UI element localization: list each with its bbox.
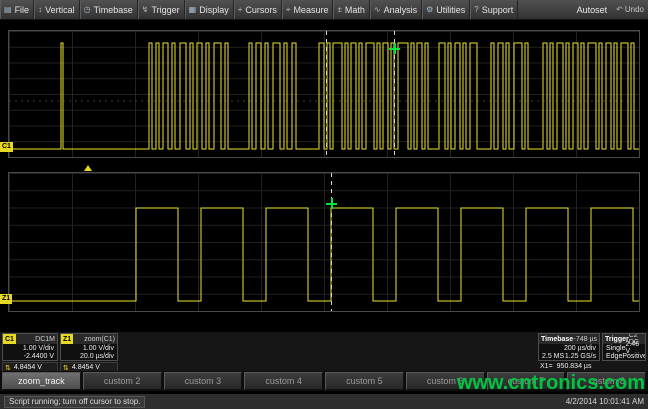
support-icon: ? [474,5,478,14]
undo-button[interactable]: ↶ Undo [616,5,644,14]
main-waveform-grid[interactable] [8,30,640,158]
math-icon: ± [337,5,341,14]
vertical-icon: ↕ [38,5,42,14]
oscilloscope-app: ▤ File ↕ Vertical ◷ Timebase ↯ Trigger ▦… [0,0,648,409]
z1-descriptor-box[interactable]: Z1 zoom(C1) 1.00 V/div 20.0 µs/div [60,333,118,361]
cursors-icon: + [238,5,243,14]
menu-item-measure[interactable]: ⌖ Measure [282,0,334,19]
toolbar-button-zoom-track[interactable]: zoom_track [2,372,81,390]
menu-item-support[interactable]: ? Support [470,0,518,19]
menu-label-trigger: Trigger [151,5,179,15]
x1-label: X1= [540,363,553,370]
undo-label: Undo [625,5,644,14]
trigger-icon: ↯ [142,5,149,14]
menu-label-analysis: Analysis [384,5,418,15]
toolbar-button-custom-5[interactable]: custom 5 [325,372,404,390]
z1-trace [9,208,639,301]
menu-label-cursors: Cursors [245,5,277,15]
c1-tag: C1 [3,334,16,344]
timebase-header: Timebase -748 µs [539,334,599,344]
c1-coupling: DC1M [35,336,55,343]
zoom-cursor-line[interactable] [331,173,332,311]
analysis-icon: ∿ [374,5,381,14]
z1-tdiv: 20.0 µs/div [61,352,117,360]
timebase-icon: ◷ [84,5,91,14]
z1-vdiv: 1.00 V/div [61,344,117,352]
timebase-scale: 200 µs/div [539,344,599,352]
menu-label-measure: Measure [293,5,328,15]
watermark: www.cntronics.com [457,372,645,395]
display-icon: ▦ [189,5,197,14]
menu-item-math[interactable]: ± Math [333,0,369,19]
menu-item-trigger[interactable]: ↯ Trigger [138,0,185,19]
x1-cursor-readout: X1= 950.834 µs [540,363,591,370]
menu-item-cursors[interactable]: + Cursors [234,0,282,19]
menu-label-vertical: Vertical [45,5,75,15]
menu-item-analysis[interactable]: ∿ Analysis [370,0,422,19]
zoom-cursor-marker-icon [326,198,337,209]
z1-channel-marker[interactable]: Z1 [0,294,12,304]
toolbar-button-custom-4[interactable]: custom 4 [244,372,323,390]
menu-label-math: Math [345,5,365,15]
z1-source: zoom(C1) [84,336,115,343]
trigger-mode-level: Single 2.46 V [603,344,645,352]
menu-item-timebase[interactable]: ◷ Timebase [80,0,138,19]
zoom-position-marker-icon[interactable] [84,165,92,171]
c1-channel-marker[interactable]: C1 [0,142,13,152]
menu-bar-right: Autoset ↶ Undo [577,0,648,19]
menu-label-utilities: Utilities [436,5,465,15]
c1-vdiv: 1.00 V/div [3,344,57,352]
undo-icon: ↶ [616,5,623,14]
status-message: Script running; turn off cursor to stop. [4,396,145,408]
menu-item-utilities[interactable]: ⚙ Utilities [422,0,470,19]
trigger-type: Edge [606,353,622,360]
menu-item-display[interactable]: ▦ Display [185,0,234,19]
menu-item-vertical[interactable]: ↕ Vertical [34,0,80,19]
timebase-rate: 1.25 GS/s [565,353,596,360]
menu-label-file: File [15,5,30,15]
menu-item-file[interactable]: ▤ File [0,0,34,19]
c1-cursor-value: 4.8454 V [14,364,42,371]
menu-label-display: Display [199,5,229,15]
zoom-waveform-svg [9,173,639,311]
toolbar-button-custom-2[interactable]: custom 2 [83,372,162,390]
main-waveform-svg [9,31,639,157]
toolbar-button-custom-3[interactable]: custom 3 [164,372,243,390]
c1-descriptor-header: C1 DC1M [3,334,57,344]
trigger-position-marker-icon [389,43,400,54]
measure-icon: ⌖ [286,5,291,15]
descriptor-panel: C1 DC1M 1.00 V/div -2.4400 V ⇅ 4.8454 V … [0,332,648,371]
timebase-offset: -748 µs [574,336,598,343]
z1-descriptor-header: Z1 zoom(C1) [61,334,117,344]
status-bar: Script running; turn off cursor to stop.… [0,393,648,409]
trigger-box[interactable]: Trigger C2 DC Single 2.46 V Edge Positiv… [602,333,646,361]
trigger-mode: Single [606,345,625,352]
timebase-title: Timebase [541,336,573,343]
waveform-screen: C1 Z1 [0,20,648,332]
timebase-box[interactable]: Timebase -748 µs 200 µs/div 2.5 MS 1.25 … [538,333,600,361]
menu-label-support: Support [482,5,514,15]
c1-trace [9,43,639,149]
timebase-record: 2.5 MS [542,353,564,360]
trigger-type-slope: Edge Positive [603,352,645,360]
trigger-slope: Positive [622,353,646,360]
timebase-record-rate: 2.5 MS 1.25 GS/s [539,352,599,360]
autoset-button[interactable]: Autoset [577,5,608,15]
c1-offset: -2.4400 V [3,352,57,360]
status-datetime: 4/2/2014 10:01:41 AM [566,397,644,406]
file-icon: ▤ [4,5,12,14]
z1-cursor-value: 4.8454 V [72,364,100,371]
menu-bar: ▤ File ↕ Vertical ◷ Timebase ↯ Trigger ▦… [0,0,648,20]
zoom-waveform-grid[interactable] [8,172,640,312]
cursor-x1-line[interactable] [326,31,327,157]
menu-label-timebase: Timebase [94,5,133,15]
utilities-icon: ⚙ [426,5,433,14]
z1-tag: Z1 [61,334,73,344]
c1-descriptor-box[interactable]: C1 DC1M 1.00 V/div -2.4400 V [2,333,58,361]
x1-value: 950.834 µs [557,363,592,370]
